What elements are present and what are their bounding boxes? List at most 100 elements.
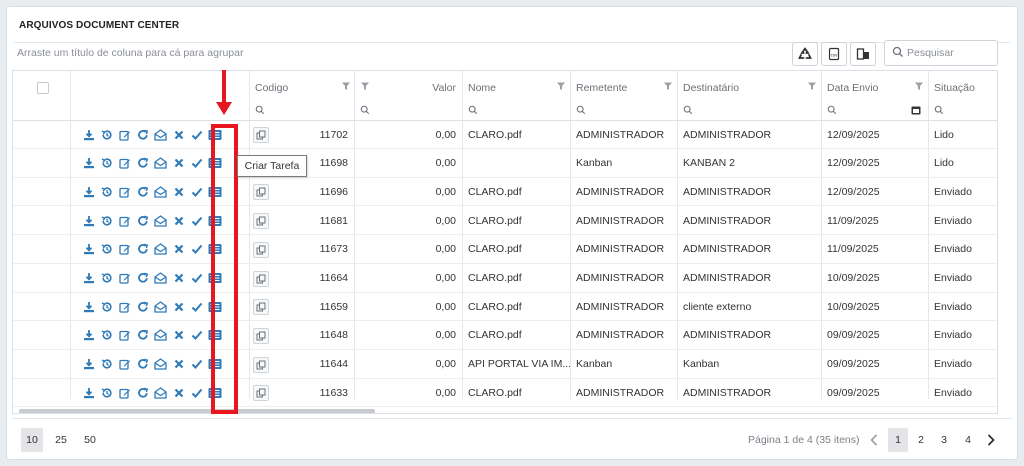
filter-icon[interactable] (914, 81, 924, 91)
refresh-button[interactable] (135, 328, 150, 343)
history-button[interactable] (99, 271, 114, 286)
delete-button[interactable] (171, 242, 186, 257)
refresh-button[interactable] (135, 213, 150, 228)
refresh-button[interactable] (135, 357, 150, 372)
download-button[interactable] (81, 184, 96, 199)
download-button[interactable] (81, 271, 96, 286)
column-header-codigo[interactable]: Codigo (249, 77, 354, 99)
table-row[interactable]: 11698 0,00 Kanban KANBAN 2 12/09/2025 Lido (13, 150, 997, 178)
envelope-open-button[interactable] (153, 213, 168, 228)
column-header-destinatario[interactable]: Destinatário (677, 77, 821, 99)
download-button[interactable] (81, 299, 96, 314)
cell-nome[interactable]: CLARO.pdf (462, 265, 570, 292)
table-row[interactable]: 11644 0,00 API PORTAL VIA IM... Kanban Kanba… (13, 351, 997, 379)
filter-cell-remetente[interactable] (570, 99, 677, 120)
history-button[interactable] (99, 213, 114, 228)
page-size-50[interactable]: 50 (79, 428, 101, 452)
history-button[interactable] (99, 328, 114, 343)
cell-nome[interactable]: CLARO.pdf (462, 121, 570, 148)
table-row[interactable]: 11702 0,00 CLARO.pdf ADMINISTRADOR ADMINISTR… (13, 121, 997, 149)
table-row[interactable]: 11696 0,00 CLARO.pdf ADMINISTRADOR ADMINISTR… (13, 178, 997, 207)
page-3[interactable]: 3 (934, 428, 954, 452)
edit-button[interactable] (117, 156, 132, 171)
filter-cell-valor[interactable] (354, 99, 462, 120)
check-button[interactable] (189, 299, 204, 314)
envelope-open-button[interactable] (153, 242, 168, 257)
next-page-button[interactable] (981, 428, 1001, 452)
column-header-remetente[interactable]: Remetente (570, 77, 677, 99)
check-button[interactable] (189, 328, 204, 343)
filter-cell-destinatario[interactable] (677, 99, 821, 120)
edit-button[interactable] (117, 299, 132, 314)
refresh-button[interactable] (135, 299, 150, 314)
refresh-button[interactable] (135, 271, 150, 286)
check-button[interactable] (189, 184, 204, 199)
edit-button[interactable] (117, 184, 132, 199)
download-button[interactable] (81, 127, 96, 142)
recycle-button[interactable] (792, 42, 818, 66)
check-button[interactable] (189, 242, 204, 257)
table-row[interactable]: 11659 0,00 CLARO.pdf ADMINISTRADOR cliente e… (13, 293, 997, 322)
history-button[interactable] (99, 385, 114, 400)
delete-button[interactable] (171, 357, 186, 372)
cell-nome[interactable]: CLARO.pdf (462, 379, 570, 406)
cell-nome[interactable]: CLARO.pdf (462, 322, 570, 349)
delete-button[interactable] (171, 184, 186, 199)
table-row[interactable]: 11633 0,00 CLARO.pdf ADMINISTRADOR ADMINISTR… (13, 379, 997, 408)
filter-icon[interactable] (663, 81, 673, 91)
delete-button[interactable] (171, 156, 186, 171)
page-size-25[interactable]: 25 (50, 428, 72, 452)
horizontal-scrollbar[interactable] (19, 409, 375, 413)
edit-button[interactable] (117, 357, 132, 372)
edit-button[interactable] (117, 213, 132, 228)
table-row[interactable]: 11664 0,00 CLARO.pdf ADMINISTRADOR ADMINISTR… (13, 265, 997, 293)
envelope-open-button[interactable] (153, 184, 168, 199)
table-row[interactable]: 11681 0,00 CLARO.pdf ADMINISTRADOR ADMINISTR… (13, 207, 997, 236)
envelope-open-button[interactable] (153, 156, 168, 171)
edit-button[interactable] (117, 328, 132, 343)
search-input[interactable] (907, 45, 993, 61)
envelope-open-button[interactable] (153, 328, 168, 343)
table-row[interactable]: 11673 0,00 CLARO.pdf ADMINISTRADOR ADMINISTR… (13, 236, 997, 264)
filter-icon[interactable] (341, 81, 351, 91)
filter-cell-data-envio[interactable] (821, 99, 928, 120)
envelope-open-button[interactable] (153, 299, 168, 314)
envelope-open-button[interactable] (153, 271, 168, 286)
download-button[interactable] (81, 213, 96, 228)
check-button[interactable] (189, 357, 204, 372)
history-button[interactable] (99, 242, 114, 257)
check-button[interactable] (189, 156, 204, 171)
select-all-checkbox[interactable] (37, 82, 49, 94)
history-button[interactable] (99, 299, 114, 314)
edit-button[interactable] (117, 242, 132, 257)
page-size-10[interactable]: 10 (21, 428, 43, 452)
download-button[interactable] (81, 385, 96, 400)
column-chooser-button[interactable] (850, 42, 876, 66)
envelope-open-button[interactable] (153, 385, 168, 400)
cell-nome[interactable]: CLARO.pdf (462, 178, 570, 205)
filter-icon[interactable] (556, 81, 566, 91)
refresh-button[interactable] (135, 127, 150, 142)
download-button[interactable] (81, 156, 96, 171)
download-button[interactable] (81, 328, 96, 343)
filter-icon[interactable] (807, 81, 817, 91)
page-2[interactable]: 2 (911, 428, 931, 452)
refresh-button[interactable] (135, 242, 150, 257)
table-row[interactable]: 11648 0,00 CLARO.pdf ADMINISTRADOR ADMINISTR… (13, 322, 997, 350)
filter-cell-situacao[interactable] (928, 99, 997, 120)
delete-button[interactable] (171, 385, 186, 400)
column-header-nome[interactable]: Nome (462, 77, 570, 99)
history-button[interactable] (99, 156, 114, 171)
check-button[interactable] (189, 213, 204, 228)
refresh-button[interactable] (135, 184, 150, 199)
cell-nome[interactable]: CLARO.pdf (462, 293, 570, 320)
grid-search[interactable] (884, 40, 998, 66)
edit-button[interactable] (117, 127, 132, 142)
export-csv-button[interactable]: csv (821, 42, 847, 66)
check-button[interactable] (189, 385, 204, 400)
cell-nome[interactable] (462, 150, 570, 177)
delete-button[interactable] (171, 271, 186, 286)
delete-button[interactable] (171, 213, 186, 228)
cell-nome[interactable]: CLARO.pdf (462, 207, 570, 234)
history-button[interactable] (99, 127, 114, 142)
